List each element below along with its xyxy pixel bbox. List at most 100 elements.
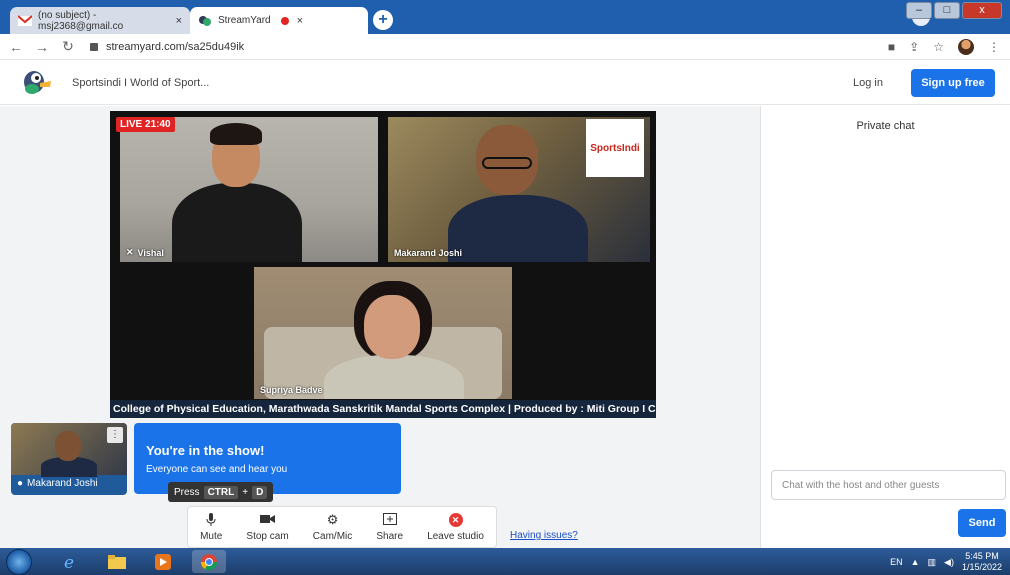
url-text: streamyard.com/sa25du49ik: [106, 40, 245, 53]
tab-title: StreamYard: [218, 15, 271, 26]
participant-figure: [364, 295, 420, 359]
control-label: Stop cam: [246, 530, 289, 542]
chat-input[interactable]: Chat with the host and other guests: [771, 470, 1006, 500]
language-indicator[interactable]: EN: [890, 557, 903, 567]
shortcut-key: CTRL: [203, 485, 239, 499]
stop-cam-button[interactable]: Stop cam: [246, 513, 289, 542]
show-hidden-icons-icon[interactable]: ▲: [911, 557, 920, 567]
self-name: Makarand Joshi: [27, 478, 98, 489]
streamyard-logo[interactable]: [22, 69, 52, 95]
gear-icon: ⚙: [326, 511, 339, 527]
studio-controls: Mute Stop cam ⚙ Cam/Mic Share ✕ Leave st…: [187, 506, 497, 548]
address-bar: ← → ↻ streamyard.com/sa25du49ik ■ ⇪ ☆ ⋮: [0, 34, 1010, 60]
live-badge: LIVE 21:40: [116, 117, 175, 132]
window-controls: – □ x: [906, 2, 1002, 19]
self-camera-preview[interactable]: ⋮ ● Makarand Joshi: [11, 423, 127, 495]
more-options-icon[interactable]: ⋮: [107, 427, 123, 443]
participant-figure: [172, 183, 302, 262]
close-tab-icon[interactable]: ×: [176, 15, 182, 27]
file-explorer-icon[interactable]: [100, 550, 134, 573]
signup-button[interactable]: Sign up free: [911, 69, 995, 97]
minimize-button[interactable]: –: [906, 2, 932, 19]
share-screen-icon: [382, 512, 397, 527]
participant-figure: [210, 123, 262, 145]
media-player-icon[interactable]: [146, 550, 180, 573]
tab-gmail[interactable]: (no subject) - msj2368@gmail.co ×: [10, 7, 190, 34]
windows-taskbar: e EN ▲ ▥ ◀) 5:45 PM 1/15/2022: [0, 548, 1010, 575]
share-page-icon[interactable]: ⇪: [909, 40, 919, 54]
participant-video-supriya: Supriya Badve: [254, 267, 512, 399]
clock[interactable]: 5:45 PM 1/15/2022: [962, 551, 1002, 573]
reload-icon[interactable]: ↻: [58, 38, 78, 55]
participant-name-tag: Makarand Joshi: [394, 248, 462, 258]
clock-time: 5:45 PM: [965, 551, 999, 561]
new-tab-button[interactable]: +: [373, 10, 393, 30]
tooltip-prefix: Press: [174, 486, 200, 498]
app-header: Sportsindi I World of Sport... Log in Si…: [0, 61, 1010, 105]
mic-muted-icon: ✕: [126, 247, 134, 257]
browser-toolbar-icons: ■ ⇪ ☆ ⋮: [888, 34, 1010, 60]
shortcut-tooltip: Press CTRL + D: [168, 482, 274, 502]
cam-mic-settings-button[interactable]: ⚙ Cam/Mic: [312, 511, 353, 542]
mic-icon: [205, 512, 217, 527]
forward-icon[interactable]: →: [32, 39, 52, 55]
control-label: Leave studio: [427, 530, 484, 542]
browser-menu-icon[interactable]: ⋮: [988, 40, 1000, 54]
self-name-tag: ● Makarand Joshi: [17, 478, 98, 489]
participant-figure: [324, 355, 464, 399]
shortcut-key: D: [252, 485, 268, 499]
having-issues-link[interactable]: Having issues?: [510, 530, 578, 541]
lock-icon: [90, 42, 98, 51]
participant-video-makarand: SportsIndi Makarand Joshi: [388, 117, 650, 262]
sportsindi-logo: SportsIndi: [586, 119, 644, 177]
bookmark-star-icon[interactable]: ☆: [933, 40, 944, 54]
url-field[interactable]: streamyard.com/sa25du49ik: [90, 41, 244, 53]
streamyard-icon: [198, 15, 212, 27]
login-link[interactable]: Log in: [853, 77, 883, 89]
clock-date: 1/15/2022: [961, 562, 1002, 572]
participant-figure: [448, 195, 588, 262]
start-button[interactable]: [6, 549, 32, 575]
mute-button[interactable]: Mute: [200, 512, 223, 542]
broadcast-title: Sportsindi I World of Sport...: [72, 77, 210, 89]
in-show-subtitle: Everyone can see and hear you: [146, 464, 288, 475]
close-window-button[interactable]: x: [962, 2, 1002, 19]
participant-name: Vishal: [137, 247, 164, 258]
tab-streamyard[interactable]: StreamYard ×: [190, 7, 368, 34]
maximize-button[interactable]: □: [934, 2, 960, 19]
in-show-title: You're in the show!: [146, 443, 265, 458]
browser-tab-bar: (no subject) - msj2368@gmail.co × Stream…: [0, 0, 1010, 34]
camera-in-use-icon[interactable]: ■: [888, 40, 895, 54]
chrome-icon[interactable]: [192, 550, 226, 573]
participant-name: Makarand Joshi: [394, 248, 463, 258]
tab-title: (no subject) - msj2368@gmail.co: [38, 9, 124, 32]
leave-studio-button[interactable]: ✕ Leave studio: [427, 512, 484, 542]
back-icon[interactable]: ←: [6, 39, 26, 55]
person-icon: ●: [17, 478, 24, 489]
broadcast-stage: ✕ Vishal SportsIndi Makarand Joshi Supri…: [110, 111, 656, 418]
send-button[interactable]: Send: [958, 509, 1006, 537]
participant-name: Supriya Badve: [260, 385, 323, 395]
participant-figure: [55, 431, 81, 461]
network-icon[interactable]: ▥: [928, 557, 937, 568]
camera-icon: [259, 513, 276, 527]
control-label: Share: [376, 530, 404, 542]
participant-name-tag: Supriya Badve: [260, 385, 323, 395]
close-tab-icon[interactable]: ×: [297, 15, 303, 27]
svg-text:e: e: [64, 553, 74, 571]
chat-sidebar: Private chat Chat with the host and othe…: [760, 106, 1010, 548]
share-screen-button[interactable]: Share: [376, 512, 404, 542]
recording-icon: [280, 16, 289, 25]
control-label: Cam/Mic: [312, 530, 353, 542]
control-label: Mute: [200, 530, 223, 542]
profile-avatar[interactable]: [958, 39, 974, 55]
volume-icon[interactable]: ◀): [944, 557, 954, 568]
system-tray: EN ▲ ▥ ◀) 5:45 PM 1/15/2022: [890, 551, 1002, 573]
chat-title: Private chat: [856, 120, 915, 132]
leave-icon: ✕: [448, 512, 463, 527]
ticker-banner: College of Physical Education, Marathwad…: [110, 400, 656, 418]
participant-figure: [482, 157, 532, 169]
participant-name-tag: ✕ Vishal: [126, 247, 164, 258]
internet-explorer-icon[interactable]: e: [54, 550, 88, 573]
participant-video-vishal: ✕ Vishal: [120, 117, 378, 262]
